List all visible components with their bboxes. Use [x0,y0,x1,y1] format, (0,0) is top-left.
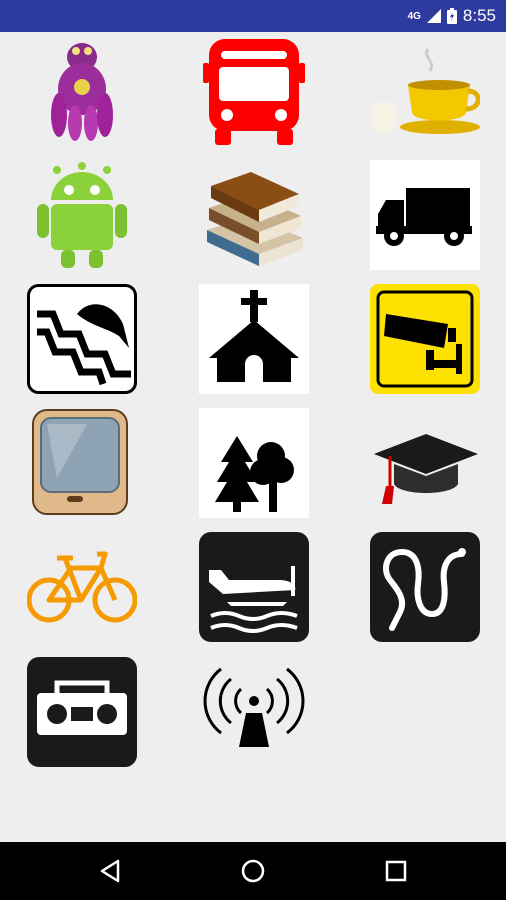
grid-item-trees[interactable] [199,408,309,518]
signal-icon [426,9,441,23]
clock: 8:55 [462,6,496,25]
antenna-icon [203,667,305,747]
church-icon [199,284,309,394]
back-icon [100,859,120,883]
icon-grid [0,32,506,842]
home-icon [241,859,265,883]
books-icon [207,172,303,266]
grid-item-alien[interactable] [27,37,137,147]
network-type: 4G [407,10,421,22]
recents-button[interactable] [381,856,411,886]
grid-item-android[interactable] [27,160,137,270]
grid-item-snake[interactable] [370,532,480,642]
grid-item-coffee[interactable] [370,37,480,147]
grid-item-radio[interactable] [27,657,137,767]
alien-robot-icon [51,43,113,141]
tv-icon [32,409,128,515]
grid-item-truck[interactable] [370,160,480,270]
grid-item-books[interactable] [199,160,309,270]
bicycle-icon [27,551,137,623]
back-button[interactable] [96,856,126,886]
trees-icon [199,408,309,518]
navigation-bar [0,842,506,900]
android-robot-icon [37,162,127,268]
grid-item-church[interactable] [199,284,309,394]
grid-item-bus[interactable] [199,37,309,147]
fish-ladder-icon [27,284,137,394]
grid-item-antenna[interactable] [199,657,309,767]
radio-icon [27,657,137,767]
grid-item-tv[interactable] [27,408,137,518]
graduation-cap-icon [374,434,478,504]
grid-item-grad-cap[interactable] [370,408,480,518]
grid-item-bicycle[interactable] [27,532,137,642]
grid-item-seaplane[interactable] [199,532,309,642]
grid-item-camera[interactable] [370,284,480,394]
home-button[interactable] [238,856,268,886]
seaplane-icon [199,532,309,642]
surveillance-camera-icon [370,284,480,394]
recents-icon [385,860,407,882]
truck-icon [370,160,480,270]
grid-item-fish-ladder[interactable] [27,284,137,394]
snake-icon [370,532,480,642]
bus-icon [203,39,305,145]
coffee-cup-icon [371,48,480,134]
status-bar: 4G 8:55 [0,0,506,32]
battery-icon [446,8,457,24]
